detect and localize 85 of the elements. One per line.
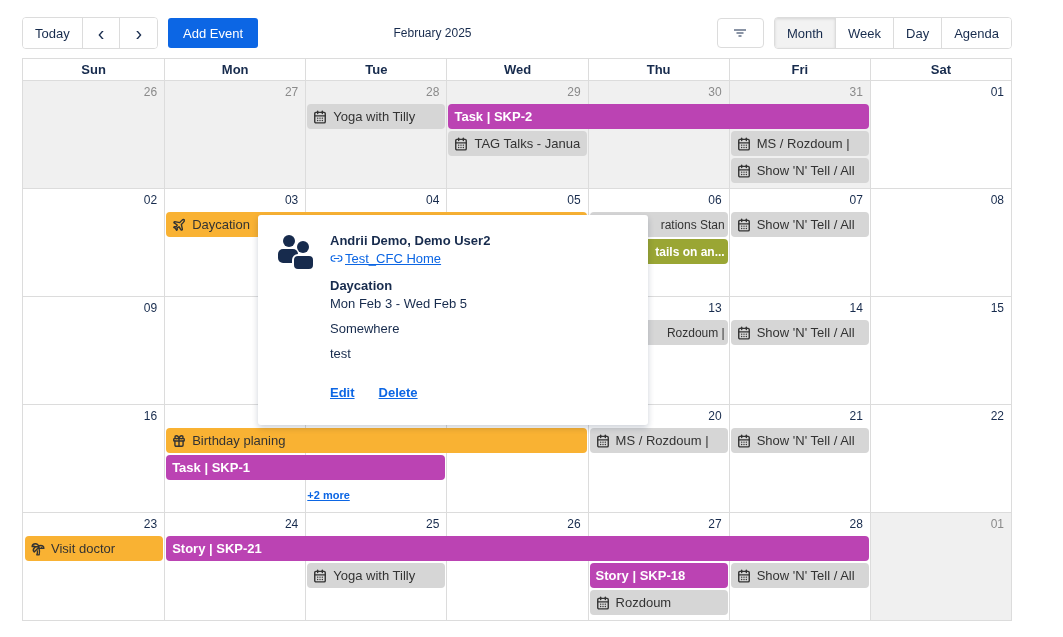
day-number: 01 bbox=[990, 516, 1005, 531]
day-number: 01 bbox=[990, 84, 1005, 99]
event-location: Somewhere bbox=[330, 321, 400, 336]
event-bar[interactable]: Story | SKP-21 bbox=[166, 536, 869, 561]
day-number: 08 bbox=[990, 192, 1005, 207]
popover-action-link[interactable]: Edit bbox=[330, 385, 355, 400]
weekday-header: Tue bbox=[305, 59, 447, 80]
gift-icon bbox=[172, 433, 187, 448]
event-bar[interactable]: Birthday planing bbox=[166, 428, 587, 453]
month-title: February 2025 bbox=[392, 26, 473, 40]
day-number: 03 bbox=[284, 192, 300, 207]
event-description: test bbox=[330, 346, 351, 361]
event-bar[interactable]: Show 'N' Tell / All bbox=[730, 563, 869, 588]
day-number: 26 bbox=[567, 516, 582, 531]
calendar-icon bbox=[313, 568, 328, 583]
event-bar[interactable]: MS / Rozdoum | bbox=[589, 428, 728, 453]
day-number: 13 bbox=[708, 300, 723, 315]
day-number: 27 bbox=[708, 516, 723, 531]
calendar-icon bbox=[736, 568, 751, 583]
day-number: 14 bbox=[849, 300, 864, 315]
event-bar[interactable]: Yoga with Tilly bbox=[307, 104, 446, 129]
palm-tree-icon bbox=[31, 541, 45, 556]
weekday-header: Sun bbox=[80, 61, 107, 79]
calendar-icon bbox=[595, 433, 610, 448]
day-number: 22 bbox=[990, 408, 1005, 423]
day-number: 30 bbox=[708, 84, 723, 99]
weekday-header: Wed bbox=[446, 59, 588, 80]
calendar-icon bbox=[736, 163, 751, 178]
event-bar[interactable]: Story | SKP-18 bbox=[589, 563, 728, 588]
day-number: 02 bbox=[143, 192, 159, 207]
calendar-icon bbox=[736, 433, 751, 448]
calendar-icon bbox=[454, 136, 469, 151]
day-number: 23 bbox=[143, 516, 159, 531]
day-number: 28 bbox=[426, 84, 441, 99]
day-number: 09 bbox=[143, 300, 159, 315]
event-bar[interactable]: Rozdoum bbox=[589, 590, 728, 615]
event-bar[interactable]: Show 'N' Tell / All bbox=[730, 320, 869, 345]
attendees-text: Andrii Demo, Demo User2 bbox=[330, 233, 491, 248]
event-bar[interactable]: Show 'N' Tell / All bbox=[730, 212, 869, 237]
weekday-header: Fri bbox=[728, 59, 870, 80]
weekday-header: Thu bbox=[587, 59, 729, 80]
event-bar[interactable]: TAG Talks - Janua bbox=[448, 131, 587, 156]
day-number: 31 bbox=[849, 84, 864, 99]
day-number: 28 bbox=[849, 516, 864, 531]
view-tab[interactable]: Month bbox=[774, 18, 836, 48]
event-title: Daycation bbox=[330, 278, 393, 293]
day-number: 29 bbox=[567, 84, 582, 99]
day-number: 04 bbox=[426, 192, 441, 207]
weekday-header: Sat bbox=[869, 59, 1011, 80]
popover-action-link[interactable]: Delete bbox=[378, 385, 418, 400]
event-bar[interactable]: Show 'N' Tell / All bbox=[730, 428, 869, 453]
day-number: 25 bbox=[426, 516, 441, 531]
day-number: 06 bbox=[708, 192, 723, 207]
calendar-icon bbox=[736, 325, 751, 340]
event-bar[interactable]: Visit doctor bbox=[25, 536, 164, 561]
weekday-header: Mon bbox=[164, 59, 306, 80]
plane-icon bbox=[172, 217, 187, 232]
event-bar[interactable]: Show 'N' Tell / All bbox=[730, 158, 869, 183]
event-bar[interactable]: Task | SKP-1 bbox=[166, 455, 446, 480]
page-link[interactable]: Test_CFC Home bbox=[330, 251, 442, 266]
filter-button[interactable] bbox=[716, 18, 764, 48]
day-number: 27 bbox=[284, 84, 300, 99]
day-number: 07 bbox=[849, 192, 864, 207]
calendar-icon bbox=[595, 595, 610, 610]
day-number: 21 bbox=[849, 408, 864, 423]
view-tab[interactable]: Agenda bbox=[941, 18, 1011, 48]
more-events-link[interactable]: +2 more bbox=[305, 488, 447, 501]
calendar-icon bbox=[736, 136, 751, 151]
link-icon bbox=[330, 252, 343, 265]
day-number: 15 bbox=[990, 300, 1005, 315]
people-icon bbox=[278, 233, 316, 271]
event-bar[interactable]: MS / Rozdoum | bbox=[730, 131, 869, 156]
event-dates: Mon Feb 3 - Wed Feb 5 bbox=[330, 296, 468, 311]
event-bar[interactable]: Task | SKP-2 bbox=[448, 104, 869, 129]
filter-icon bbox=[734, 29, 747, 37]
event-bar[interactable]: Yoga with Tilly bbox=[307, 563, 446, 588]
day-number: 24 bbox=[284, 516, 300, 531]
day-number: 20 bbox=[708, 408, 723, 423]
add-event-button[interactable]: Add Event bbox=[168, 18, 259, 48]
day-number: 05 bbox=[567, 192, 582, 207]
day-number: 26 bbox=[143, 84, 159, 99]
next-button[interactable]: › bbox=[119, 18, 158, 48]
calendar-icon bbox=[313, 109, 328, 124]
calendar-icon bbox=[736, 217, 751, 232]
day-number: 16 bbox=[143, 408, 159, 423]
